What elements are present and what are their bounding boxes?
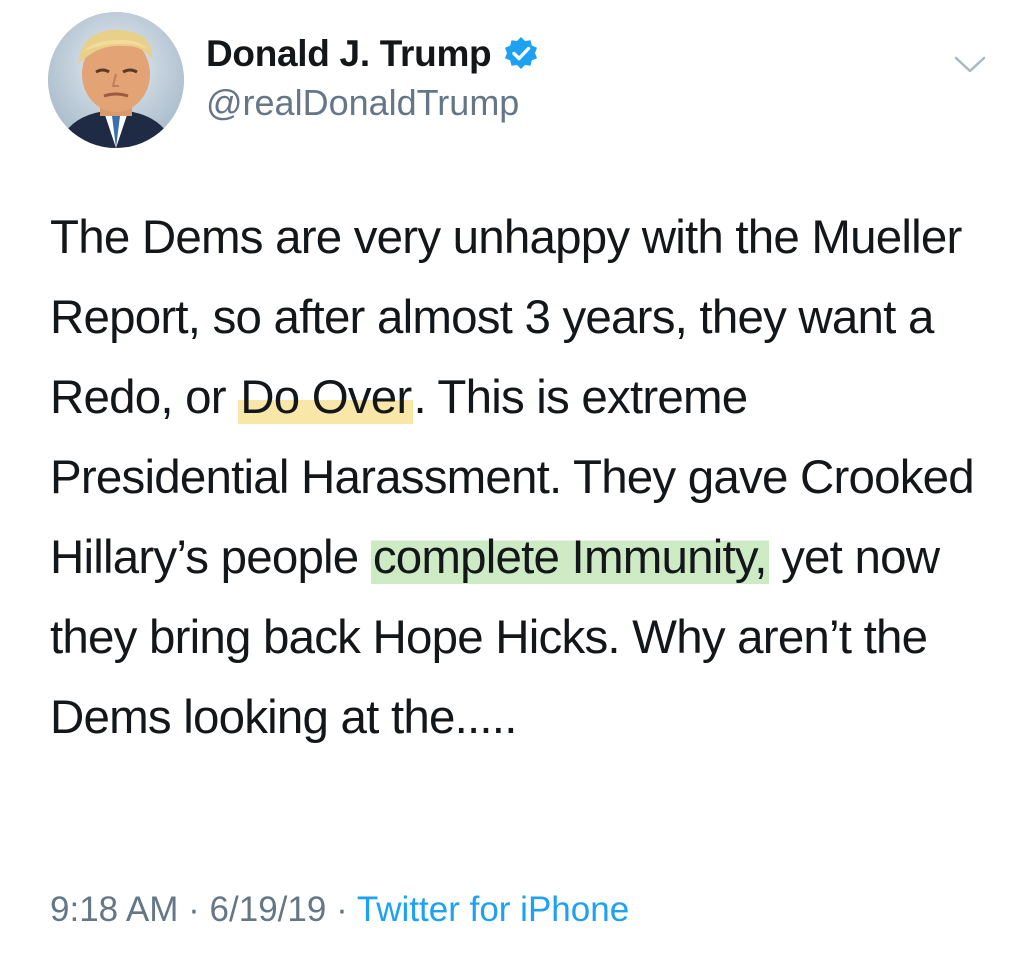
tweet-header: Donald J. Trump @realDonaldTrump (48, 12, 988, 152)
handle[interactable]: @realDonaldTrump (206, 82, 539, 124)
verified-badge-icon (503, 36, 539, 72)
tweet-source-link[interactable]: Twitter for iPhone (357, 890, 629, 929)
tweet-footer: 9:18 AM · 6/19/19 · Twitter for iPhone (50, 890, 629, 930)
highlighted-phrase-green: complete Immunity, (370, 531, 769, 584)
profile-photo-avatar-icon (48, 12, 184, 148)
footer-separator: · (188, 890, 200, 929)
display-name-row: Donald J. Trump (206, 30, 539, 78)
avatar[interactable] (48, 12, 184, 148)
highlighted-phrase-yellow: Do Over (238, 371, 414, 424)
footer-separator: · (336, 890, 348, 929)
chevron-down-icon[interactable] (952, 50, 988, 78)
tweet-date[interactable]: 6/19/19 (210, 890, 327, 929)
tweet-time[interactable]: 9:18 AM (50, 890, 178, 929)
tweet-text: The Dems are very unhappy with the Muell… (50, 198, 980, 758)
display-name[interactable]: Donald J. Trump (206, 33, 492, 75)
author-names: Donald J. Trump @realDonaldTrump (206, 30, 539, 124)
